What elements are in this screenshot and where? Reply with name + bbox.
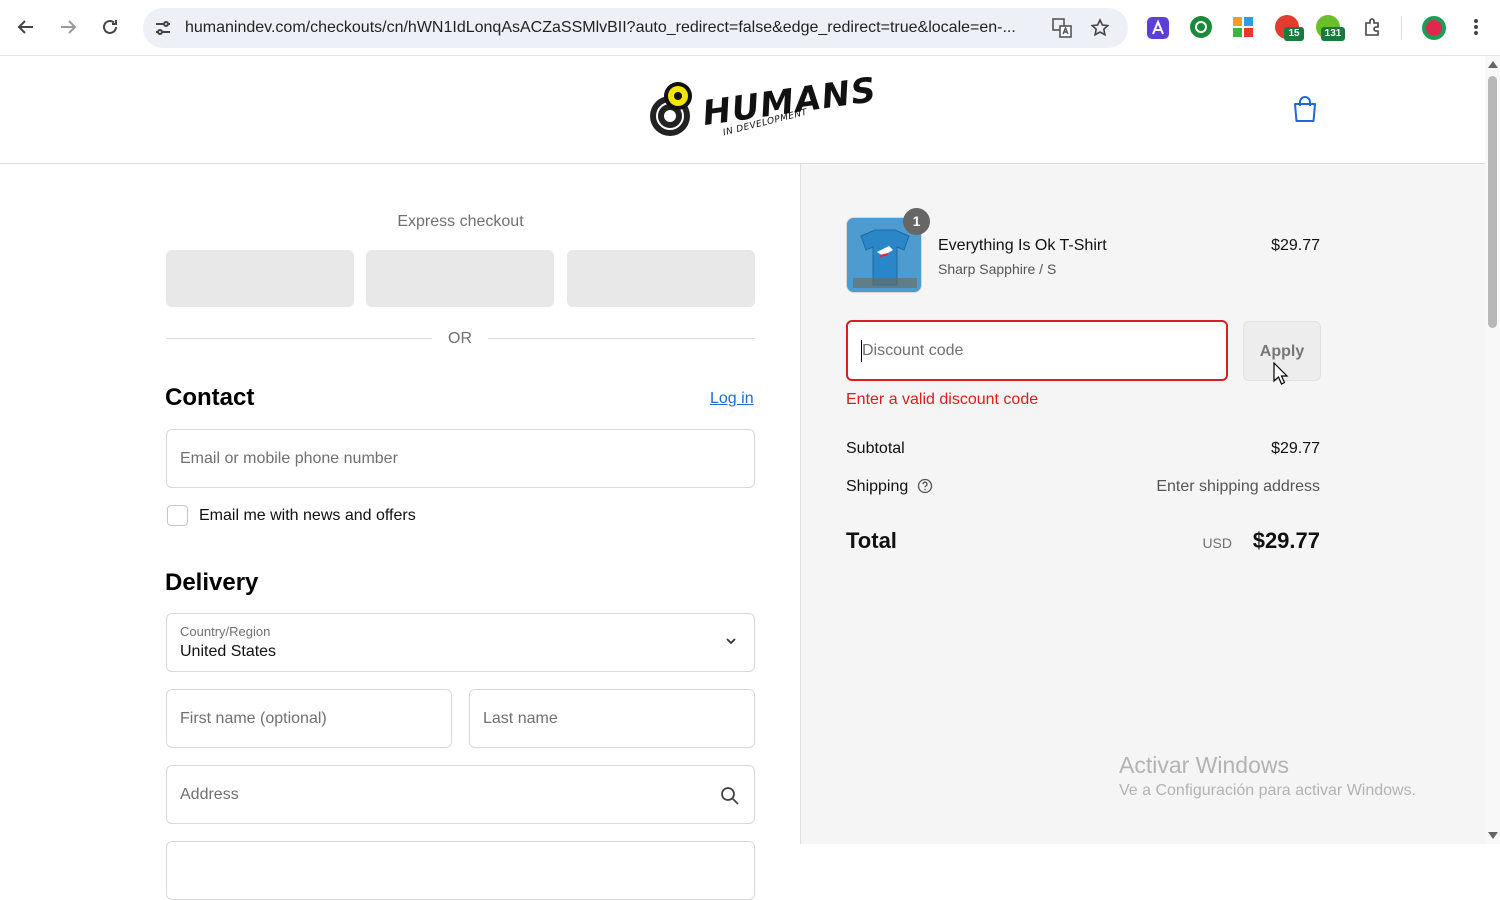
checkout-form: Express checkout OR Contact Log in Email… (0, 164, 800, 900)
toolbar-divider (1401, 16, 1402, 40)
first-name-field[interactable]: First name (optional) (166, 689, 452, 748)
site-settings-icon[interactable] (151, 16, 175, 40)
delivery-heading: Delivery (165, 569, 259, 596)
total-label: Total (846, 528, 897, 553)
extension-badge: 131 (1321, 27, 1345, 41)
express-pay-button[interactable] (166, 250, 354, 307)
first-name-placeholder: First name (optional) (180, 710, 327, 727)
help-circle-icon[interactable] (917, 478, 933, 494)
email-field[interactable]: Email or mobile phone number (166, 429, 755, 488)
express-pay-button[interactable] (567, 250, 755, 307)
country-value: United States (180, 643, 277, 660)
contact-heading: Contact (165, 384, 255, 411)
express-checkout-label: Express checkout (397, 213, 524, 230)
discount-error-message: Enter a valid discount code (846, 391, 1039, 408)
express-pay-button[interactable] (366, 250, 554, 307)
login-link[interactable]: Log in (710, 390, 754, 408)
divider (166, 338, 432, 339)
address-line-2-field[interactable] (166, 841, 755, 900)
grid-extension-icon[interactable] (1232, 16, 1254, 38)
windows-activation-title: Activar Windows (1119, 752, 1289, 778)
page-scrollbar[interactable] (1485, 56, 1500, 844)
shipping-value: Enter shipping address (1156, 478, 1320, 495)
store-header: HUMANS IN DEVELOPMENT (0, 56, 1485, 164)
reload-icon[interactable] (94, 11, 126, 43)
currency-code: USD (1202, 535, 1232, 551)
chevron-down-icon (724, 634, 738, 648)
quantity-badge: 1 (903, 208, 930, 235)
address-bar[interactable]: humanindev.com/checkouts/cn/hWN1IdLonqAs… (143, 8, 1128, 48)
subtotal-value: $29.77 (1271, 440, 1320, 457)
forward-icon[interactable] (52, 11, 84, 43)
or-divider-label: OR (448, 330, 472, 347)
subtotal-label: Subtotal (846, 440, 905, 457)
extension-badge: 15 (1284, 27, 1304, 41)
browser-toolbar: humanindev.com/checkouts/cn/hWN1IdLonqAs… (0, 0, 1500, 56)
address-placeholder: Address (180, 786, 239, 803)
last-name-field[interactable]: Last name (469, 689, 755, 748)
country-label: Country/Region (180, 624, 271, 639)
mouse-pointer-icon (1273, 361, 1289, 386)
store-logo[interactable]: HUMANS IN DEVELOPMENT (644, 70, 879, 140)
scroll-down-arrow-icon[interactable] (1488, 832, 1498, 839)
product-variant: Sharp Sapphire / S (938, 261, 1057, 277)
checkout-page: HUMANS IN DEVELOPMENT Express checkout O… (0, 56, 1485, 900)
country-select[interactable]: Country/Region United States (166, 613, 755, 672)
total-value: $29.77 (1252, 528, 1320, 553)
red-extension-icon[interactable]: 15 (1275, 15, 1304, 41)
browser-menu-icon[interactable] (1460, 11, 1492, 43)
divider (488, 338, 755, 339)
a-extension-icon[interactable] (1147, 17, 1169, 39)
newsletter-checkbox[interactable] (167, 505, 188, 526)
search-icon (720, 786, 740, 806)
discount-placeholder: Discount code (862, 342, 964, 359)
translate-icon[interactable] (1050, 16, 1074, 40)
address-field[interactable]: Address (166, 765, 755, 824)
back-icon[interactable] (10, 11, 42, 43)
scroll-up-arrow-icon[interactable] (1488, 61, 1498, 68)
discount-code-input[interactable]: Discount code (846, 320, 1228, 381)
order-summary: 1 Everything Is Ok T-Shirt Sharp Sapphir… (800, 164, 1485, 844)
profile-avatar[interactable] (1422, 16, 1446, 40)
windows-activation-subtitle: Ve a Configuración para activar Windows. (1119, 782, 1417, 799)
product-price: $29.77 (1271, 237, 1320, 254)
shopping-bag-icon[interactable] (1291, 94, 1319, 124)
scrollbar-thumb[interactable] (1488, 76, 1497, 328)
product-name: Everything Is Ok T-Shirt (938, 237, 1107, 254)
green-circle-extension-icon[interactable] (1190, 16, 1212, 38)
email-placeholder: Email or mobile phone number (180, 450, 398, 467)
last-name-placeholder: Last name (483, 710, 558, 727)
url-text: humanindev.com/checkouts/cn/hWN1IdLonqAs… (185, 19, 1016, 36)
extensions-puzzle-icon[interactable] (1356, 11, 1388, 43)
shipping-label: Shipping (846, 478, 909, 495)
newsletter-label: Email me with news and offers (199, 507, 416, 524)
bookmark-star-icon[interactable] (1088, 16, 1112, 40)
green-lock-extension-icon[interactable]: 131 (1316, 15, 1345, 41)
